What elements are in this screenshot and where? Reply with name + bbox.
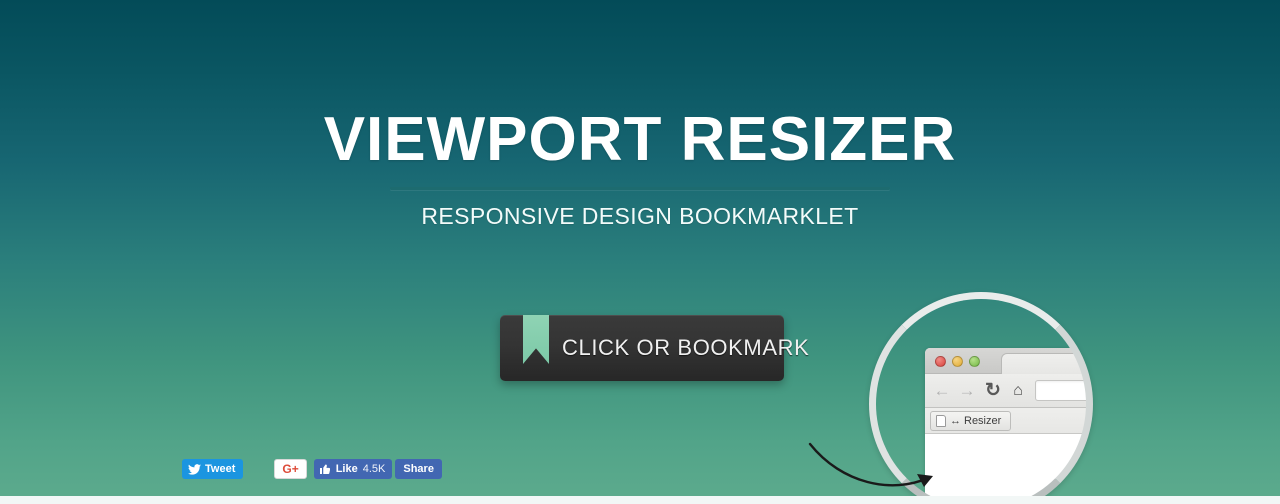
resize-arrows-icon: ↔ (950, 415, 961, 427)
browser-window-mockup: ← → ↻ ⌂ ↔ Resizer (925, 348, 1087, 504)
click-or-bookmark-button[interactable]: CLICK OR BOOKMARK (500, 315, 810, 381)
google-plus-button[interactable]: G+ (274, 459, 307, 479)
facebook-share-label: Share (403, 463, 434, 475)
landing-page-hero: VIEWPORT RESIZER RESPONSIVE DESIGN BOOKM… (0, 0, 1280, 504)
reload-icon[interactable]: ↻ (983, 381, 1003, 401)
facebook-share-button[interactable]: Share (395, 459, 442, 479)
google-plus-icon: G+ (282, 462, 299, 476)
window-minimize-icon[interactable] (952, 356, 963, 367)
thumbs-up-icon (319, 463, 331, 475)
resizer-bookmark-label: Resizer (964, 415, 1002, 427)
page-icon (936, 415, 946, 427)
forward-arrow-icon[interactable]: → (957, 381, 977, 401)
home-icon[interactable]: ⌂ (1008, 381, 1028, 401)
browser-titlebar (925, 348, 1087, 375)
browser-tab[interactable] (1001, 353, 1087, 375)
magnifier-with-browser-mockup: ← → ↻ ⌂ ↔ Resizer (869, 292, 1093, 504)
window-maximize-icon[interactable] (969, 356, 980, 367)
magnifier-lens: ← → ↻ ⌂ ↔ Resizer (875, 298, 1087, 504)
social-share-row: Tweet G+ Like 4.5K Share (182, 459, 442, 479)
tweet-label: Tweet (205, 463, 236, 475)
page-title: VIEWPORT RESIZER (323, 105, 957, 174)
resizer-bookmarklet-item[interactable]: ↔ Resizer (930, 411, 1012, 431)
title-divider (390, 187, 890, 190)
bookmarks-bar: ↔ Resizer (925, 408, 1087, 434)
facebook-like-button[interactable]: Like 4.5K (313, 459, 393, 479)
window-close-icon[interactable] (935, 356, 946, 367)
hero-copy: VIEWPORT RESIZER RESPONSIVE DESIGN BOOKM… (0, 104, 1280, 230)
page-subtitle: RESPONSIVE DESIGN BOOKMARKLET (421, 203, 859, 229)
twitter-tweet-button[interactable]: Tweet (182, 459, 244, 479)
twitter-bird-icon (188, 463, 201, 475)
bookmark-ribbon-icon (523, 315, 549, 364)
browser-viewport (925, 434, 1087, 504)
click-or-bookmark-label: CLICK OR BOOKMARK (562, 335, 810, 360)
facebook-like-count: 4.5K (362, 463, 386, 475)
url-address-bar[interactable] (1035, 380, 1087, 401)
page-bottom-strip (0, 496, 1280, 504)
browser-toolbar: ← → ↻ ⌂ (925, 374, 1087, 408)
facebook-like-label: Like (335, 463, 358, 475)
back-arrow-icon[interactable]: ← (932, 381, 952, 401)
